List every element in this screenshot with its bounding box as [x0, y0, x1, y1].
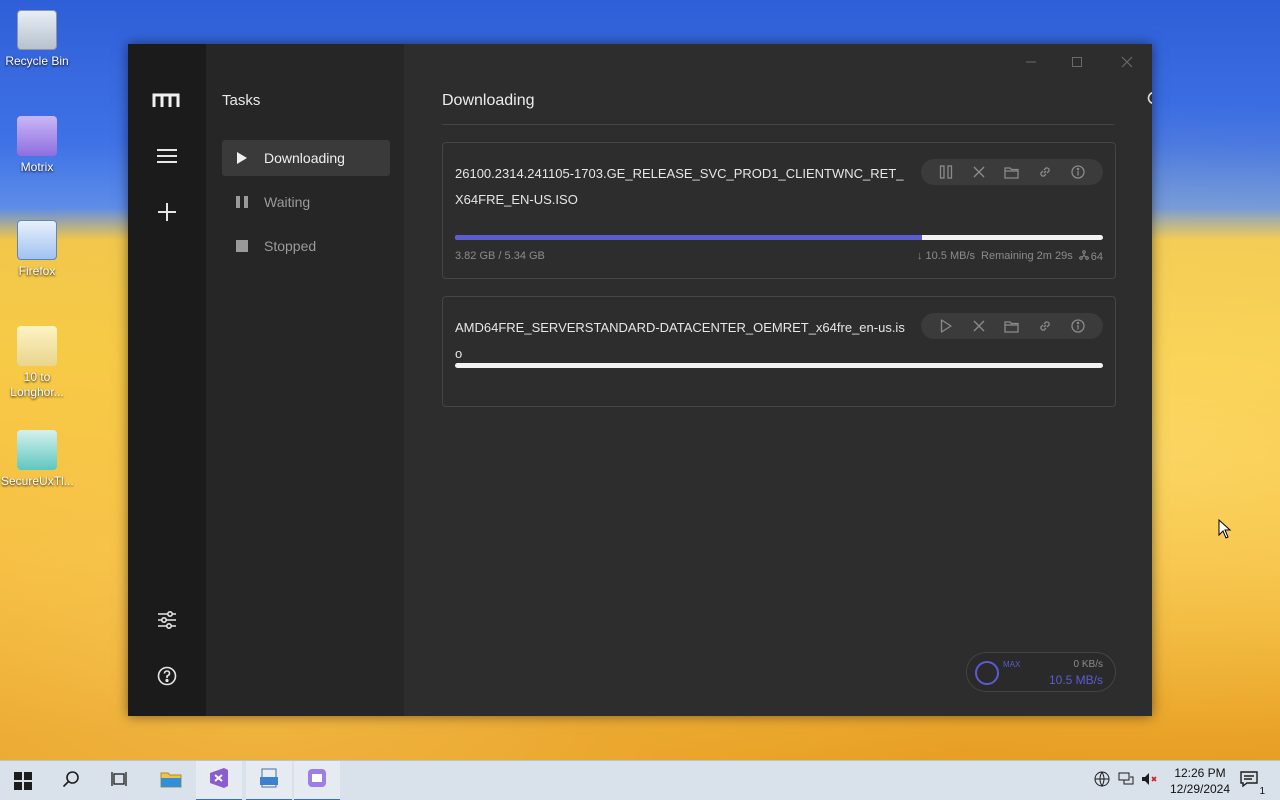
info-icon[interactable]: [1070, 164, 1086, 180]
sliders-icon[interactable]: [147, 600, 187, 640]
desktop-icon-label: Firefox: [18, 264, 56, 278]
page-title: Downloading: [442, 92, 535, 109]
visual-studio-icon: [208, 767, 230, 794]
taskbar-motrix[interactable]: [294, 761, 340, 800]
tray-volume-muted[interactable]: [1140, 761, 1160, 800]
start-button[interactable]: [0, 761, 46, 800]
folder-icon: [17, 326, 57, 366]
file-explorer-icon: [160, 770, 182, 793]
taskbar-visual-studio[interactable]: [196, 761, 242, 800]
task-speed: ↓ 10.5 MB/s: [916, 250, 976, 262]
motrix-app-icon: [17, 116, 57, 156]
clock-time: 12:26 PM: [1174, 766, 1226, 780]
globe-icon: [1094, 771, 1110, 792]
pause-icon: [234, 194, 250, 210]
help-icon[interactable]: [147, 656, 187, 696]
title-divider: [442, 124, 1114, 125]
notification-icon: 1: [1239, 770, 1265, 797]
close-button[interactable]: [1104, 50, 1150, 74]
desktop-icon-secureux[interactable]: SecureUxTl...: [1, 430, 74, 489]
refresh-icon: [1146, 90, 1152, 111]
notification-count: 1: [1259, 785, 1265, 797]
speedometer-gauge-icon: [975, 661, 999, 685]
sidebar-rail: [128, 44, 206, 716]
clock-date: 12/29/2024: [1169, 782, 1231, 796]
progress-bar: [455, 235, 1103, 240]
play-icon[interactable]: [938, 318, 954, 334]
link-icon[interactable]: [1037, 318, 1053, 334]
volume-muted-icon: [1141, 772, 1159, 791]
progress-bar: [455, 363, 1103, 368]
connections-stat: 64: [1078, 250, 1103, 263]
task-stats: ↓ 10.5 MB/s Remaining 2m 29s 64: [917, 250, 1103, 263]
task-actions: [921, 159, 1103, 185]
tray-network-globe[interactable]: [1092, 761, 1112, 800]
motrix-window: Tasks Downloading Waiting Stopped Downlo…: [128, 44, 1152, 716]
firefox-icon: [17, 220, 57, 260]
action-center-button[interactable]: 1: [1234, 761, 1265, 800]
speedometer[interactable]: MAX 0 KB/s 10.5 MB/s: [966, 652, 1116, 692]
task-card[interactable]: 26100.2314.241105-1703.GE_RELEASE_SVC_PR…: [442, 142, 1116, 279]
tasks-panel: Tasks Downloading Waiting Stopped: [206, 44, 404, 716]
taskbar-file-explorer[interactable]: [148, 761, 194, 800]
task-connections: 64: [1090, 250, 1103, 263]
upload-speed: 0 KB/s: [1073, 659, 1103, 670]
nav-item-label: Waiting: [264, 194, 311, 210]
nav-item-stopped[interactable]: Stopped: [222, 228, 390, 264]
installer-icon: [258, 767, 280, 794]
network-icon: [1118, 772, 1134, 791]
play-icon: [234, 150, 250, 166]
task-card[interactable]: AMD64FRE_SERVERSTANDARD-DATACENTER_OEMRE…: [442, 296, 1116, 407]
desktop-icon-label: SecureUxTl...: [1, 474, 74, 488]
desktop-icon-label: Recycle Bin: [5, 54, 69, 68]
nav-item-waiting[interactable]: Waiting: [222, 184, 390, 220]
mouse-cursor-icon: [1218, 519, 1232, 539]
minimize-button[interactable]: [1008, 50, 1054, 74]
download-speed: 10.5 MB/s: [1048, 673, 1103, 687]
task-filename: AMD64FRE_SERVERSTANDARD-DATACENTER_OEMRE…: [455, 320, 905, 361]
recycle-bin-icon: [17, 10, 57, 50]
search-icon: [62, 770, 80, 793]
pause-icon[interactable]: [938, 164, 954, 180]
maximize-button[interactable]: [1054, 50, 1100, 74]
task-remaining: Remaining 2m 29s: [981, 250, 1073, 262]
nav-item-label: Stopped: [264, 238, 317, 254]
menu-icon[interactable]: [147, 136, 187, 176]
folder-icon[interactable]: [1004, 318, 1020, 334]
search-button[interactable]: [48, 761, 94, 800]
desktop-icon-recycle-bin[interactable]: Recycle Bin: [1, 10, 73, 69]
speed-limit-label: MAX: [1003, 660, 1021, 669]
stop-icon: [234, 238, 250, 254]
refresh-tasks-btn[interactable]: [1139, 88, 1152, 112]
motrix-logo-icon[interactable]: [147, 80, 187, 120]
task-filename: 26100.2314.241105-1703.GE_RELEASE_SVC_PR…: [455, 166, 904, 207]
desktop-icon-motrix[interactable]: Motrix: [1, 116, 73, 175]
progress-fill: [455, 235, 922, 240]
desktop-icon-label: 10 to Longhor...: [10, 370, 64, 399]
motrix-app-icon: [306, 767, 328, 794]
nav-item-downloading[interactable]: Downloading: [222, 140, 390, 176]
desktop-icon-folder[interactable]: 10 to Longhor...: [1, 326, 73, 400]
task-actions: [921, 313, 1103, 339]
task-view-icon: [110, 770, 128, 793]
desktop-icon-label: Motrix: [20, 160, 54, 174]
tray-network[interactable]: [1116, 761, 1136, 800]
delete-icon[interactable]: [971, 318, 987, 334]
taskbar-installer-app[interactable]: [246, 761, 292, 800]
taskbar: 12:26 PM 12/29/2024 1: [0, 760, 1280, 800]
nav-item-label: Downloading: [264, 150, 345, 166]
secureux-icon: [17, 430, 57, 470]
task-view-button[interactable]: [96, 761, 142, 800]
tasks-panel-title: Tasks: [222, 92, 261, 109]
folder-icon[interactable]: [1004, 164, 1020, 180]
desktop-icon-firefox[interactable]: Firefox: [1, 220, 73, 279]
link-icon[interactable]: [1037, 164, 1053, 180]
main-panel: Downloading 26100.2314.241105-1703.GE_RE…: [404, 44, 1152, 716]
taskbar-clock[interactable]: 12:26 PM 12/29/2024: [1164, 765, 1236, 797]
plus-icon[interactable]: [147, 192, 187, 232]
task-size: 3.82 GB / 5.34 GB: [455, 250, 545, 262]
info-icon[interactable]: [1070, 318, 1086, 334]
connections-icon: [1078, 250, 1089, 263]
delete-icon[interactable]: [971, 164, 987, 180]
